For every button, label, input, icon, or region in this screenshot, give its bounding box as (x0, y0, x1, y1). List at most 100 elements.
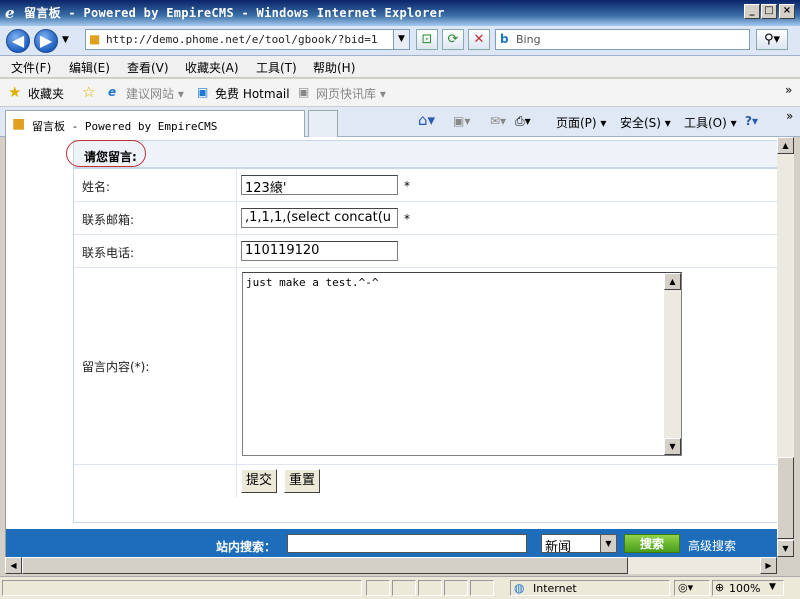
favorites-bar: ★ 收藏夹 ☆ e 建议网站 ▾ ▣ 免费 Hotmail ▣ 网页快讯库 ▾ … (0, 79, 800, 107)
protected-mode-icon: ◎▾ (678, 581, 694, 594)
zone-pane: ◍ Internet (510, 580, 670, 596)
web-slice-icon: ▣ (298, 85, 310, 99)
search-placeholder: Bing (516, 33, 541, 46)
page-favicon-icon: ■ (89, 32, 101, 46)
menu-help[interactable]: 帮助(H) (313, 59, 355, 76)
menu-tools[interactable]: 工具(T) (256, 59, 297, 76)
favorites-button[interactable]: 收藏夹 (28, 85, 64, 102)
fav-hotmail[interactable]: 免费 Hotmail (215, 85, 290, 102)
email-required-mark: * (404, 212, 410, 226)
category-select[interactable]: 新闻 ▼ (541, 534, 617, 555)
status-pane (470, 580, 494, 596)
scroll-down-icon[interactable]: ▼ (777, 540, 794, 557)
menu-view[interactable]: 查看(V) (127, 59, 169, 76)
zone-label: Internet (533, 582, 577, 595)
menu-file[interactable]: 文件(F) (11, 59, 51, 76)
page-horizontal-scrollbar[interactable]: ◀ ▶ (5, 557, 777, 574)
maximize-button[interactable]: □ (761, 4, 777, 19)
scroll-up-icon[interactable]: ▲ (777, 137, 794, 154)
form-header-label: 请您留言: (84, 150, 137, 164)
category-dropdown-icon[interactable]: ▼ (600, 535, 616, 552)
reset-button[interactable]: 重置 (284, 469, 321, 493)
fav-webslice-gallery[interactable]: 网页快讯库 ▾ (316, 85, 386, 102)
forward-button[interactable]: ▶ (34, 29, 58, 53)
new-tab-button[interactable] (308, 110, 338, 137)
name-required-mark: * (404, 179, 410, 193)
protected-mode-pane[interactable]: ◎▾ (674, 580, 710, 596)
status-pane (444, 580, 468, 596)
fav-suggested-sites[interactable]: 建议网站 ▾ (126, 85, 184, 102)
zoom-icon: ⊕ (715, 581, 725, 594)
zoom-pane[interactable]: ⊕ 100% ▼ (712, 580, 784, 596)
print-icon[interactable]: ⎙▾ (515, 114, 531, 129)
scroll-thumb[interactable] (777, 457, 794, 539)
close-window-button[interactable]: × (779, 4, 795, 19)
menu-edit[interactable]: 编辑(E) (69, 59, 110, 76)
row-phone: 联系电话: 110119120 (74, 235, 777, 268)
phone-label: 联系电话: (82, 246, 135, 260)
tools-menu[interactable]: 工具(O) ▾ (684, 114, 737, 131)
site-search-label: 站内搜索： (216, 540, 277, 554)
stop-icon[interactable]: ✕ (468, 29, 490, 50)
help-icon[interactable]: ?▾ (745, 114, 758, 128)
feeds-icon[interactable]: ▣▾ (453, 114, 470, 128)
page-vertical-scrollbar[interactable]: ▲ ▼ (777, 137, 794, 557)
refresh-icon[interactable]: ⟳ (442, 29, 464, 50)
page-content: 请您留言: 姓名: 123縗' * 联系邮箱: ,1,1,1,(select c… (5, 137, 777, 557)
hscroll-thumb[interactable] (22, 557, 628, 574)
more-tools-icon[interactable]: » (786, 109, 793, 123)
safety-menu[interactable]: 安全(S) ▾ (620, 114, 671, 131)
menu-bar: 文件(F) 编辑(E) 查看(V) 收藏夹(A) 工具(T) 帮助(H) (0, 56, 800, 78)
textarea-scroll-up-icon[interactable]: ▲ (664, 273, 681, 290)
address-toolbar: ◀ ▶ ▼ ■ http://demo.phome.net/e/tool/gbo… (0, 26, 800, 56)
row-name: 姓名: 123縗' * (74, 169, 777, 202)
email-label: 联系邮箱: (82, 213, 135, 227)
minimize-button[interactable]: _ (744, 4, 760, 19)
textarea-scrollbar[interactable]: ▲ ▼ (664, 273, 681, 455)
site-search-input[interactable] (287, 534, 527, 553)
submit-button[interactable]: 提交 (241, 469, 278, 493)
phone-input[interactable]: 110119120 (241, 241, 398, 261)
scroll-right-icon[interactable]: ▶ (760, 557, 777, 574)
advanced-search-link[interactable]: 高级搜索 (688, 537, 736, 554)
site-search-bar: 站内搜索： 新闻 ▼ 搜索 高级搜索 (6, 529, 777, 557)
zoom-dropdown-icon[interactable]: ▼ (769, 582, 776, 592)
ie-suggested-icon: e (108, 85, 117, 99)
ie-logo-icon: e (5, 4, 15, 22)
hotmail-icon: ▣ (197, 85, 209, 99)
status-text-pane (2, 580, 362, 596)
history-dropdown-icon[interactable]: ▼ (62, 35, 69, 45)
back-button[interactable]: ◀ (6, 29, 30, 53)
zoom-level: 100% (729, 582, 761, 595)
tab-gbook[interactable]: ■ 留言板 - Powered by EmpireCMS (5, 110, 305, 137)
search-field[interactable]: b Bing (495, 29, 750, 50)
page-menu[interactable]: 页面(P) ▾ (556, 114, 606, 131)
scroll-left-icon[interactable]: ◀ (5, 557, 22, 574)
chevron-more-icon[interactable]: » (785, 83, 792, 97)
content-text: just make a test.^-^ (246, 276, 379, 289)
mail-icon[interactable]: ✉▾ (490, 114, 506, 128)
favorites-star-icon: ★ (8, 83, 22, 101)
email-input[interactable]: ,1,1,1,(select concat(u (241, 208, 398, 228)
textarea-scroll-down-icon[interactable]: ▼ (664, 438, 681, 455)
bing-icon: b (500, 32, 509, 46)
compatibility-view-icon[interactable]: ⊡ (416, 29, 438, 50)
tab-title: 留言板 - Powered by EmpireCMS (32, 120, 218, 133)
add-favorite-icon[interactable]: ☆ (82, 83, 95, 101)
address-field[interactable]: ■ http://demo.phome.net/e/tool/gbook/?bi… (85, 29, 410, 50)
category-value: 新闻 (545, 540, 572, 555)
tab-favicon-icon: ■ (12, 116, 26, 132)
globe-icon: ◍ (514, 581, 525, 595)
status-pane (366, 580, 390, 596)
address-text: http://demo.phome.net/e/tool/gbook/?bid=… (106, 33, 378, 46)
guestbook-form: 姓名: 123縗' * 联系邮箱: ,1,1,1,(select concat(… (73, 168, 777, 523)
site-search-button[interactable]: 搜索 (624, 534, 680, 553)
content-textarea[interactable]: just make a test.^-^ ▲ ▼ (242, 272, 682, 456)
name-input[interactable]: 123縗' (241, 175, 398, 195)
search-go-icon[interactable]: ⚲▾ (756, 29, 788, 50)
status-bar: ◍ Internet ◎▾ ⊕ 100% ▼ (0, 576, 800, 599)
menu-favorites[interactable]: 收藏夹(A) (185, 59, 239, 76)
row-email: 联系邮箱: ,1,1,1,(select concat(u * (74, 202, 777, 235)
home-icon[interactable]: ⌂▾ (418, 111, 435, 129)
address-dropdown-icon[interactable]: ▼ (393, 30, 409, 49)
